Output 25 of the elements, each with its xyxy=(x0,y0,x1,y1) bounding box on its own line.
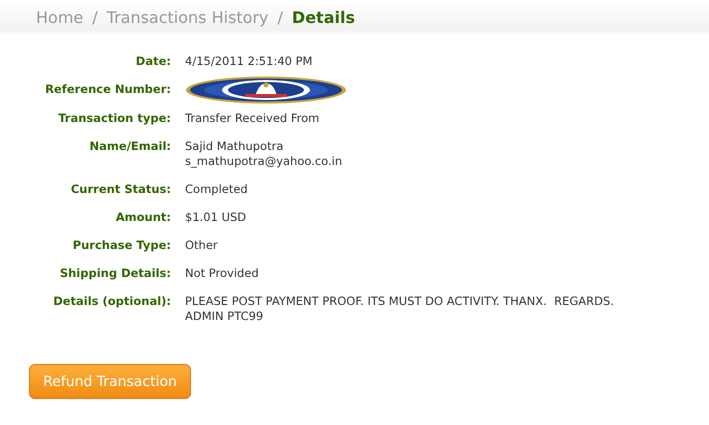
field-label: Amount: xyxy=(114,210,171,225)
breadcrumb-separator: / xyxy=(278,8,283,26)
field-label: Details (optional): xyxy=(52,294,171,310)
field-value: Completed xyxy=(185,182,249,197)
field-value: Not Provided xyxy=(185,266,260,281)
field-label: Name/Email: xyxy=(88,139,171,155)
field-value: s_mathupotra@yahoo.co.in xyxy=(185,154,344,169)
field-value: Sajid Mathupotra xyxy=(185,139,284,154)
field-label: Current Status: xyxy=(70,182,171,197)
field-value: ADMIN PTC99 xyxy=(185,309,264,324)
field-value: 4/15/2011 2:51:40 PM xyxy=(185,54,314,69)
field-label: Shipping Details: xyxy=(58,266,171,281)
field-value: Transfer Received From xyxy=(185,111,320,126)
field-label: Purchase Type: xyxy=(72,238,171,253)
refund-button[interactable]: Refund Transaction xyxy=(29,364,191,399)
breadcrumb-separator: / xyxy=(92,8,98,26)
field-value: PLEASE POST PAYMENT PROOF. ITS MUST DO ACTIVITY. THANX. REGARDS. xyxy=(185,294,615,309)
field-value: $1.01 USD xyxy=(185,210,248,225)
field-label: Reference Number: xyxy=(44,82,171,98)
field-value: Other xyxy=(185,238,219,253)
field-label: Date: xyxy=(134,54,171,69)
breadcrumb-current: Details xyxy=(292,8,355,26)
breadcrumb-link[interactable]: Transactions History xyxy=(106,8,269,26)
field-label: Transaction type: xyxy=(57,111,171,126)
breadcrumb-link[interactable]: Home xyxy=(36,8,84,26)
